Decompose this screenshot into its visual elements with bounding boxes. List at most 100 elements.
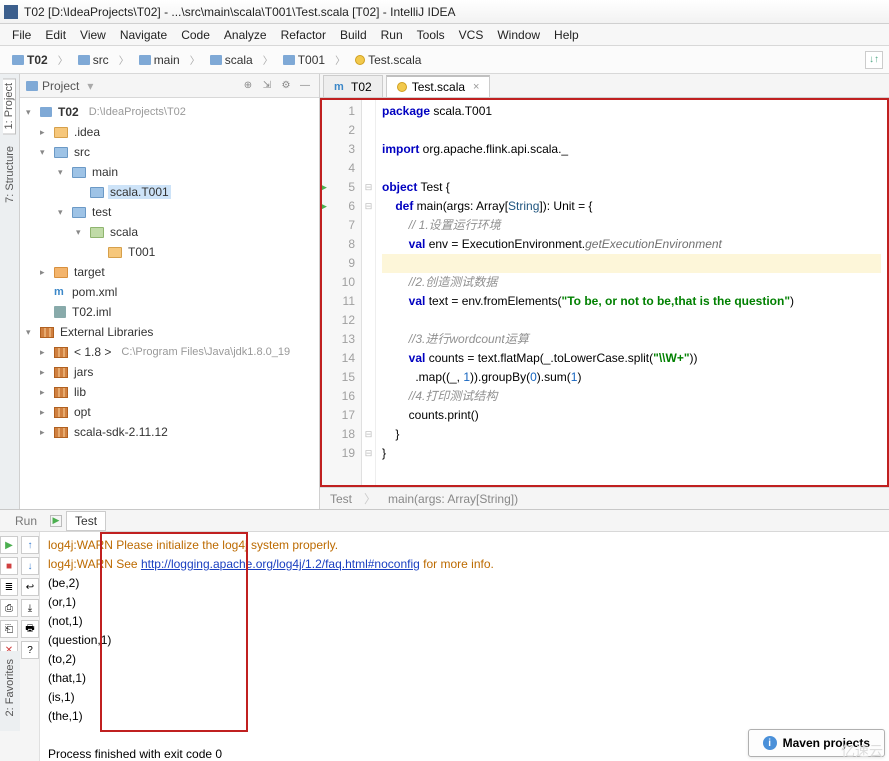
editor-breadcrumb-bar: Test 〉 main(args: Array[String]) xyxy=(320,487,889,509)
menu-navigate[interactable]: Navigate xyxy=(114,26,173,44)
library-icon xyxy=(40,327,54,338)
chevron-right-icon[interactable]: ▸ xyxy=(40,387,50,398)
bc-pkg[interactable]: T001 xyxy=(277,51,331,69)
dump-threads-button[interactable]: ⎗ xyxy=(0,620,18,638)
chevron-right-icon[interactable]: ▸ xyxy=(40,347,50,358)
print-button[interactable]: 🖶 xyxy=(21,620,39,638)
restore-layout-button[interactable]: ≣ xyxy=(0,578,18,596)
log4j-link[interactable]: http://logging.apache.org/log4j/1.2/faq.… xyxy=(141,557,420,571)
chevron-down-icon[interactable]: ▾ xyxy=(26,327,36,338)
folder-icon xyxy=(78,55,90,65)
help-button[interactable]: ? xyxy=(21,641,39,659)
menu-tools[interactable]: Tools xyxy=(411,26,451,44)
menu-analyze[interactable]: Analyze xyxy=(218,26,273,44)
chevron-right-icon[interactable]: ▸ xyxy=(40,367,50,378)
run-config-icon: ▶ xyxy=(50,515,62,527)
chevron-right-icon[interactable]: ▸ xyxy=(40,407,50,418)
module-icon xyxy=(40,107,52,117)
code-area[interactable]: package scala.T001 import org.apache.fli… xyxy=(376,100,887,485)
tab-structure[interactable]: 7: Structure xyxy=(4,142,16,207)
run-tab-run[interactable]: Run xyxy=(6,511,46,531)
stop-button[interactable]: ■ xyxy=(0,557,18,575)
folder-icon xyxy=(283,55,295,65)
bc-src[interactable]: src xyxy=(72,51,115,69)
rerun-button[interactable]: ▶ xyxy=(0,536,18,554)
menu-run[interactable]: Run xyxy=(375,26,409,44)
tab-favorites[interactable]: 2: Favorites xyxy=(4,655,16,720)
editor-gutter[interactable]: 12345678910111213141516171819 xyxy=(322,100,362,485)
folder-icon xyxy=(90,227,104,238)
menu-refactor[interactable]: Refactor xyxy=(275,26,332,44)
maven-icon: m xyxy=(334,81,346,93)
menu-edit[interactable]: Edit xyxy=(39,26,72,44)
library-icon xyxy=(54,407,68,418)
editor-tabs: mT02 Test.scala× xyxy=(320,74,889,98)
folder-icon xyxy=(12,55,24,65)
soft-wrap-button[interactable]: ↩ xyxy=(21,578,39,596)
folder-icon xyxy=(26,81,38,91)
context-class[interactable]: Test xyxy=(330,492,352,506)
menu-file[interactable]: File xyxy=(6,26,37,44)
hide-icon[interactable]: — xyxy=(297,78,313,94)
chevron-right-icon[interactable]: ▸ xyxy=(40,127,50,138)
tool-window-tabs-left: 1: Project 7: Structure xyxy=(0,74,20,509)
chevron-down-icon[interactable]: ▾ xyxy=(58,167,68,178)
bc-file[interactable]: Test.scala xyxy=(349,51,427,69)
object-icon xyxy=(397,82,407,92)
pin-tab-button[interactable]: ⎙ xyxy=(0,599,18,617)
maven-notification[interactable]: i Maven projects xyxy=(748,729,885,757)
scroll-from-source-icon[interactable]: ⊕ xyxy=(240,78,256,94)
bc-main[interactable]: main xyxy=(133,51,186,69)
down-trace-button[interactable]: ↓ xyxy=(21,557,39,575)
up-trace-button[interactable]: ↑ xyxy=(21,536,39,554)
bc-project[interactable]: T02 xyxy=(6,51,54,69)
scroll-end-button[interactable]: ⤓ xyxy=(21,599,39,617)
context-method[interactable]: main(args: Array[String]) xyxy=(388,492,518,506)
info-icon: i xyxy=(763,736,777,750)
chevron-down-icon[interactable]: ▾ xyxy=(58,207,68,218)
library-icon xyxy=(54,427,68,438)
chevron-down-icon[interactable]: ▾ xyxy=(26,107,36,118)
breadcrumb: T02〉 src〉 main〉 scala〉 T001〉 Test.scala xyxy=(6,51,427,69)
library-icon xyxy=(54,367,68,378)
run-tab-test[interactable]: Test xyxy=(66,511,106,531)
close-icon[interactable]: × xyxy=(473,81,479,93)
tab-project[interactable]: 1: Project xyxy=(3,78,16,134)
fold-gutter[interactable]: ⊟⊟⊟⊟ xyxy=(362,100,376,485)
window-title: T02 [D:\IdeaProjects\T02] - ...\src\main… xyxy=(24,5,456,19)
editor-panel: mT02 Test.scala× 12345678910111213141516… xyxy=(320,74,889,509)
library-icon xyxy=(54,347,68,358)
library-icon xyxy=(54,387,68,398)
folder-icon xyxy=(210,55,222,65)
menu-view[interactable]: View xyxy=(74,26,112,44)
menu-code[interactable]: Code xyxy=(175,26,216,44)
chevron-down-icon[interactable]: ▾ xyxy=(40,147,50,158)
project-panel-title: Project xyxy=(42,79,79,93)
chevron-down-icon[interactable]: ▾ xyxy=(87,79,93,93)
title-bar: T02 [D:\IdeaProjects\T02] - ...\src\main… xyxy=(0,0,889,24)
menu-window[interactable]: Window xyxy=(491,26,546,44)
folder-icon xyxy=(72,167,86,178)
menu-build[interactable]: Build xyxy=(334,26,373,44)
project-tree[interactable]: ▾T02D:\IdeaProjects\T02 ▸.idea ▾src ▾mai… xyxy=(20,98,319,509)
collapse-all-icon[interactable]: ⇲ xyxy=(259,78,275,94)
menu-bar: File Edit View Navigate Code Analyze Ref… xyxy=(0,24,889,46)
menu-vcs[interactable]: VCS xyxy=(453,26,490,44)
chevron-down-icon[interactable]: ▾ xyxy=(76,227,86,238)
chevron-right-icon[interactable]: ▸ xyxy=(40,267,50,278)
bc-scala[interactable]: scala xyxy=(204,51,259,69)
gear-icon[interactable]: ⚙ xyxy=(278,78,294,94)
folder-icon xyxy=(54,127,68,138)
app-icon xyxy=(4,5,18,19)
menu-help[interactable]: Help xyxy=(548,26,585,44)
editor-tab-test[interactable]: Test.scala× xyxy=(386,75,491,97)
console-output[interactable]: log4j:WARN Please initialize the log4j s… xyxy=(40,532,889,761)
chevron-right-icon[interactable]: ▸ xyxy=(40,427,50,438)
object-icon xyxy=(355,55,365,65)
folder-icon xyxy=(54,147,68,158)
editor-tab-pom[interactable]: mT02 xyxy=(323,75,383,97)
project-tool-window: Project ▾ ⊕ ⇲ ⚙ — ▾T02D:\IdeaProjects\T02… xyxy=(20,74,320,509)
folder-icon xyxy=(54,267,68,278)
make-button[interactable]: ↓↑ xyxy=(865,51,883,69)
folder-icon xyxy=(139,55,151,65)
